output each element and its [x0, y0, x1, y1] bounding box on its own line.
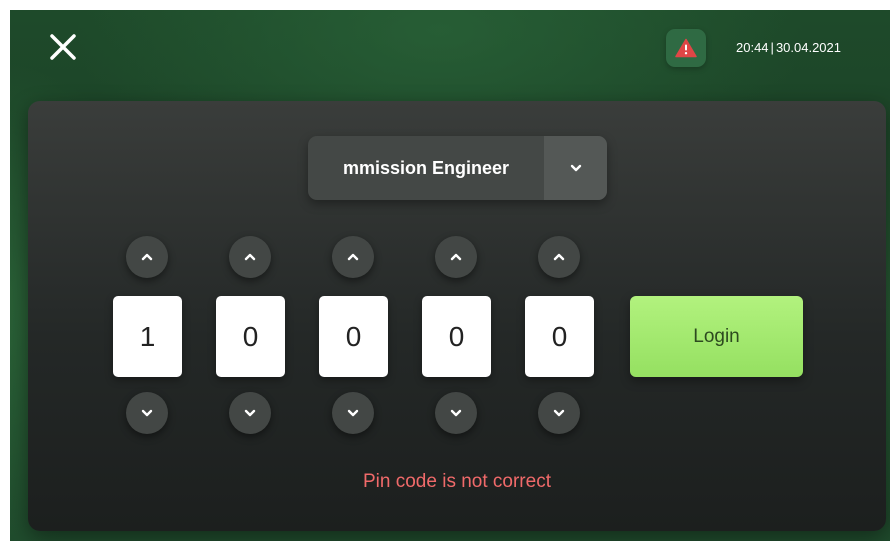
time-text: 20:44 — [736, 40, 769, 55]
digit-4-increment-button[interactable] — [435, 236, 477, 278]
digit-5-increment-button[interactable] — [538, 236, 580, 278]
chevron-down-icon — [570, 164, 581, 172]
role-selected-label: mmission Engineer — [342, 158, 510, 178]
chevron-down-icon — [450, 409, 462, 417]
digit-5-decrement-button[interactable] — [538, 392, 580, 434]
close-button[interactable] — [48, 32, 78, 62]
date-text: 30.04.2021 — [775, 40, 842, 55]
role-dropdown-toggle[interactable] — [544, 136, 607, 200]
pin-digit-3[interactable]: 0 — [319, 296, 388, 377]
pin-digit-2[interactable]: 0 — [216, 296, 285, 377]
digit-2-decrement-button[interactable] — [229, 392, 271, 434]
chevron-down-icon — [141, 409, 153, 417]
chevron-up-icon — [244, 253, 256, 261]
digit-3-decrement-button[interactable] — [332, 392, 374, 434]
app-screen: 20:44 | 30.04.2021 mmission Engineer 1 0… — [10, 10, 890, 541]
datetime-separator: | — [770, 40, 774, 55]
chevron-up-icon — [450, 253, 462, 261]
chevron-up-icon — [553, 253, 565, 261]
datetime-display: 20:44 | 30.04.2021 — [736, 38, 841, 58]
digit-2-increment-button[interactable] — [229, 236, 271, 278]
digit-3-increment-button[interactable] — [332, 236, 374, 278]
pin-digit-4[interactable]: 0 — [422, 296, 491, 377]
pin-error-message: Pin code is not correct — [363, 471, 551, 492]
alert-button[interactable] — [666, 29, 706, 67]
login-button[interactable]: Login — [630, 296, 803, 377]
pin-digit-1[interactable]: 1 — [113, 296, 182, 377]
warning-triangle-icon — [675, 38, 697, 58]
close-icon — [50, 34, 76, 60]
pin-digit-5[interactable]: 0 — [525, 296, 594, 377]
digit-1-increment-button[interactable] — [126, 236, 168, 278]
role-dropdown[interactable]: mmission Engineer — [308, 136, 607, 200]
chevron-down-icon — [553, 409, 565, 417]
digit-1-decrement-button[interactable] — [126, 392, 168, 434]
chevron-down-icon — [244, 409, 256, 417]
login-panel: mmission Engineer 1 0 0 0 0 Login Pin co… — [28, 101, 886, 531]
digit-4-decrement-button[interactable] — [435, 392, 477, 434]
chevron-down-icon — [347, 409, 359, 417]
chevron-up-icon — [347, 253, 359, 261]
chevron-up-icon — [141, 253, 153, 261]
